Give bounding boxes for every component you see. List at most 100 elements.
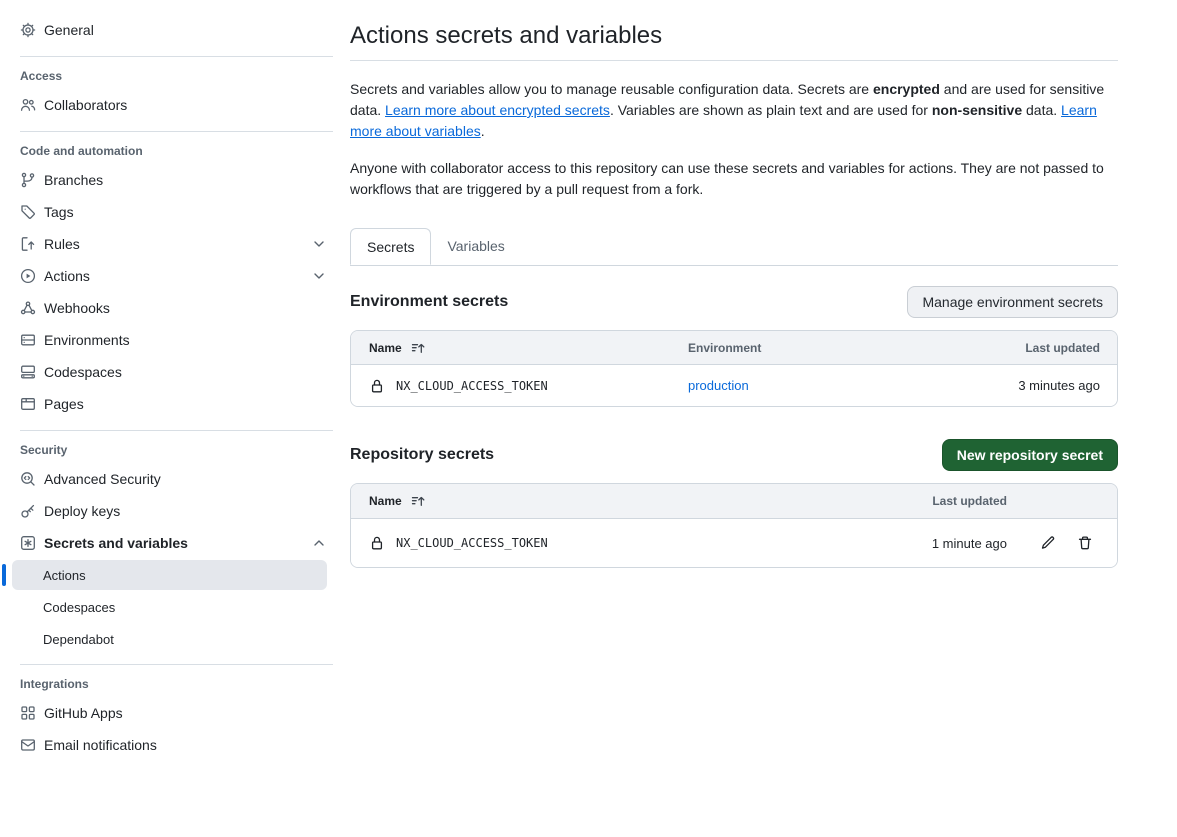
- title-divider: [350, 60, 1118, 61]
- sidebar-subitem-label: Codespaces: [43, 600, 115, 615]
- sidebar-item-rules[interactable]: Rules: [0, 228, 335, 260]
- delete-secret-trash-icon[interactable]: [1077, 535, 1093, 551]
- codescan-icon: [20, 471, 36, 487]
- chevron-down-icon[interactable]: [311, 268, 327, 284]
- sidebar-divider: [20, 664, 333, 665]
- mail-icon: [20, 737, 36, 753]
- secret-name-cell: NX_CLOUD_ACCESS_TOKEN: [351, 535, 857, 551]
- intro-text: . Variables are shown as plain text and …: [610, 102, 932, 118]
- tab-variables[interactable]: Variables: [431, 228, 520, 265]
- sidebar-item-label: Tags: [44, 204, 74, 220]
- sidebar-item-codespaces[interactable]: Codespaces: [0, 356, 335, 388]
- tab-secrets[interactable]: Secrets: [350, 228, 431, 265]
- sidebar-subitem-label: Dependabot: [43, 632, 114, 647]
- sidebar-item-label: Email notifications: [44, 737, 157, 753]
- sidebar-item-label: Actions: [44, 268, 90, 284]
- sidebar-item-label: Codespaces: [44, 364, 122, 380]
- tag-icon: [20, 204, 36, 220]
- codespaces-icon: [20, 364, 36, 380]
- environment-secrets-table-header: Name Environment Last updated: [351, 331, 1117, 365]
- people-icon: [20, 97, 36, 113]
- sidebar-item-label: Advanced Security: [44, 471, 161, 487]
- secret-name: NX_CLOUD_ACCESS_TOKEN: [396, 379, 548, 393]
- chevron-down-icon[interactable]: [311, 236, 327, 252]
- settings-page: General Access Collaborators Code and au…: [0, 0, 1177, 761]
- sidebar-item-branches[interactable]: Branches: [0, 164, 335, 196]
- column-label: Name: [369, 341, 402, 355]
- manage-environment-secrets-button[interactable]: Manage environment secrets: [907, 286, 1118, 318]
- new-repository-secret-button[interactable]: New repository secret: [942, 439, 1118, 471]
- sidebar-item-advanced-security[interactable]: Advanced Security: [0, 463, 335, 495]
- server-icon: [20, 332, 36, 348]
- sidebar-item-actions[interactable]: Actions: [0, 260, 335, 292]
- webhook-icon: [20, 300, 36, 316]
- intro-text: .: [481, 123, 485, 139]
- lock-icon: [369, 378, 385, 394]
- intro-text: Secrets and variables allow you to manag…: [350, 81, 873, 97]
- lock-icon: [369, 535, 385, 551]
- column-header-name[interactable]: Name: [351, 340, 688, 356]
- sidebar-item-email-notifications[interactable]: Email notifications: [0, 729, 335, 761]
- table-row: NX_CLOUD_ACCESS_TOKEN 1 minute ago: [351, 519, 1117, 567]
- secrets-variables-tabs: Secrets Variables: [350, 228, 1118, 266]
- environment-secrets-header: Environment secrets Manage environment s…: [350, 286, 1118, 318]
- sidebar-section-security: Security: [0, 437, 335, 463]
- intro-bold-non-sensitive: non-sensitive: [932, 102, 1022, 118]
- intro-text: data.: [1022, 102, 1061, 118]
- sidebar-item-webhooks[interactable]: Webhooks: [0, 292, 335, 324]
- repository-secrets-table: Name Last updated NX_CLOUD_ACCESS_TOKEN …: [350, 483, 1118, 568]
- page-title: Actions secrets and variables: [350, 22, 1118, 50]
- sort-ascending-icon: [410, 340, 426, 356]
- column-header-environment: Environment: [688, 341, 897, 355]
- sidebar-item-general[interactable]: General: [0, 14, 335, 46]
- sidebar-item-label: Environments: [44, 332, 130, 348]
- sidebar-item-label: Pages: [44, 396, 84, 412]
- browser-icon: [20, 396, 36, 412]
- key-asterisk-icon: [20, 535, 36, 551]
- sidebar-item-label: Rules: [44, 236, 80, 252]
- sidebar-item-label: Collaborators: [44, 97, 127, 113]
- repository-secrets-table-header: Name Last updated: [351, 484, 1117, 519]
- sidebar-item-secrets-and-variables[interactable]: Secrets and variables: [0, 527, 335, 559]
- edit-secret-pencil-icon[interactable]: [1040, 535, 1056, 551]
- column-header-last-updated: Last updated: [857, 494, 1007, 508]
- repository-secrets-header: Repository secrets New repository secret: [350, 439, 1118, 471]
- sidebar-subitem-label: Actions: [43, 568, 86, 583]
- sidebar-item-label: General: [44, 22, 94, 38]
- selected-indicator-bar: [2, 564, 6, 586]
- sidebar-item-collaborators[interactable]: Collaborators: [0, 89, 335, 121]
- sidebar-item-label: Branches: [44, 172, 103, 188]
- secret-name-cell: NX_CLOUD_ACCESS_TOKEN: [351, 378, 688, 394]
- table-row: NX_CLOUD_ACCESS_TOKEN production 3 minut…: [351, 365, 1117, 406]
- repository-secrets-heading: Repository secrets: [350, 446, 494, 464]
- gear-icon: [20, 22, 36, 38]
- intro-paragraph-2: Anyone with collaborator access to this …: [350, 158, 1118, 200]
- learn-more-encrypted-secrets-link[interactable]: Learn more about encrypted secrets: [385, 102, 610, 118]
- intro-paragraph-1: Secrets and variables allow you to manag…: [350, 79, 1118, 142]
- sidebar-subitem-actions[interactable]: Actions: [12, 560, 327, 590]
- sidebar-item-tags[interactable]: Tags: [0, 196, 335, 228]
- environment-cell: production: [688, 378, 897, 393]
- sidebar-item-environments[interactable]: Environments: [0, 324, 335, 356]
- settings-sidebar: General Access Collaborators Code and au…: [0, 0, 335, 761]
- sidebar-subitem-codespaces[interactable]: Codespaces: [12, 592, 327, 622]
- intro-bold-encrypted: encrypted: [873, 81, 940, 97]
- sidebar-subitem-dependabot[interactable]: Dependabot: [12, 624, 327, 654]
- sidebar-divider: [20, 56, 333, 57]
- column-label: Name: [369, 494, 402, 508]
- sidebar-item-github-apps[interactable]: GitHub Apps: [0, 697, 335, 729]
- environment-link[interactable]: production: [688, 378, 749, 393]
- apps-icon: [20, 705, 36, 721]
- chevron-up-icon[interactable]: [311, 535, 327, 551]
- environment-secrets-heading: Environment secrets: [350, 293, 508, 311]
- sidebar-section-access: Access: [0, 63, 335, 89]
- sidebar-section-code-automation: Code and automation: [0, 138, 335, 164]
- sidebar-divider: [20, 131, 333, 132]
- environment-secrets-table: Name Environment Last updated NX_CLOUD_A…: [350, 330, 1118, 407]
- sidebar-item-deploy-keys[interactable]: Deploy keys: [0, 495, 335, 527]
- sidebar-item-label: Secrets and variables: [44, 535, 188, 551]
- column-header-name[interactable]: Name: [351, 493, 857, 509]
- sidebar-section-integrations: Integrations: [0, 671, 335, 697]
- sidebar-divider: [20, 430, 333, 431]
- sidebar-item-pages[interactable]: Pages: [0, 388, 335, 420]
